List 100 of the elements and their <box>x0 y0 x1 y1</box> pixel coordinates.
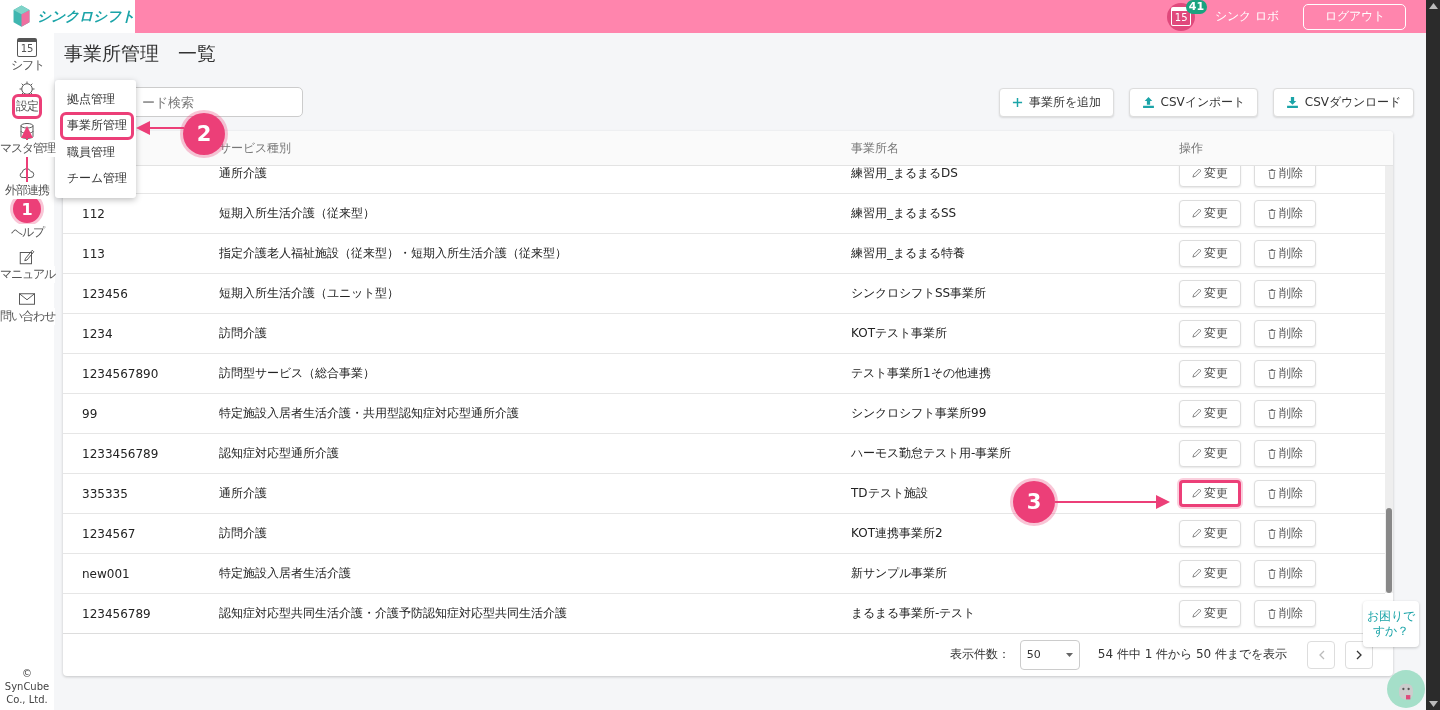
menu-item[interactable]: 職員管理 <box>63 141 119 163</box>
database-icon <box>18 122 36 140</box>
notification-badge: 41 <box>1185 0 1208 14</box>
copyright-text: © SynCube Co., Ltd. <box>3 667 51 706</box>
download-icon <box>1285 95 1299 109</box>
table-cell: 認知症対応型共同生活介護・介護予防認知症対応型共同生活介護 <box>219 605 567 622</box>
pencil-icon <box>1192 209 1201 218</box>
mail-icon <box>18 290 36 308</box>
sidebar-item[interactable]: 外部連携 <box>5 182 49 199</box>
page-size-label: 表示件数： <box>949 646 1010 663</box>
window-scrollbar[interactable] <box>1426 0 1440 710</box>
scrollbar[interactable] <box>1385 166 1393 593</box>
table-cell: 認知症対応型通所介護 <box>219 445 339 462</box>
edit-button[interactable]: 変更 <box>1179 400 1241 427</box>
pencil-icon <box>1192 369 1201 378</box>
sidebar-item[interactable]: マスタ管理 <box>0 140 55 157</box>
table-cell: まるまる事業所-テスト <box>851 605 976 622</box>
edit-button[interactable]: 変更 <box>1179 280 1241 307</box>
edit-button[interactable]: 変更 <box>1179 360 1241 387</box>
action-button[interactable]: CSVインポート <box>1128 87 1258 117</box>
sidebar-item[interactable]: ヘルプ <box>10 224 44 241</box>
table-cell: TDテスト施設 <box>851 485 928 502</box>
calendar-day: 15 <box>1174 13 1188 23</box>
table-cell: 112 <box>82 206 105 221</box>
table-cell: 練習用_まるまるDS <box>851 166 958 182</box>
edit-button[interactable]: 変更 <box>1179 600 1241 627</box>
column-header: 事業所名 <box>851 139 899 157</box>
trash-icon <box>1267 528 1276 539</box>
page-size-select[interactable]: 50 <box>1019 639 1080 670</box>
trash-icon <box>1267 408 1276 419</box>
pencil-icon <box>1192 249 1201 258</box>
table-cell: 通所介護 <box>219 166 267 182</box>
pencil-icon <box>1192 569 1201 578</box>
edit-button[interactable]: 変更 <box>1179 166 1241 187</box>
table-cell: 練習用_まるまるSS <box>851 205 957 222</box>
delete-button[interactable]: 削除 <box>1254 440 1316 467</box>
edit-button[interactable]: 変更 <box>1179 320 1241 347</box>
table-cell: KOTテスト事業所 <box>851 325 947 342</box>
trash-icon <box>1267 448 1276 459</box>
table-cell: 特定施設入居者生活介護 <box>219 565 351 582</box>
action-button[interactable]: CSVダウンロード <box>1272 87 1414 117</box>
table-cell: 通所介護 <box>219 485 267 502</box>
sidebar-item[interactable]: マニュアル <box>0 266 55 283</box>
pencil-note-icon <box>18 248 36 266</box>
delete-button[interactable]: 削除 <box>1254 480 1316 507</box>
delete-button[interactable]: 削除 <box>1254 520 1316 547</box>
next-page-button[interactable] <box>1345 640 1373 669</box>
menu-item[interactable]: チーム管理 <box>63 167 131 190</box>
table-cell: 訪問介護 <box>219 525 267 542</box>
delete-button[interactable]: 削除 <box>1254 240 1316 267</box>
table-cell: 短期入所生活介護（ユニット型） <box>219 285 399 302</box>
trash-icon <box>1267 608 1276 619</box>
edit-button[interactable]: 変更 <box>1179 200 1241 227</box>
delete-button[interactable]: 削除 <box>1254 400 1316 427</box>
edit-button[interactable]: 変更 <box>1179 520 1241 547</box>
sidebar-item[interactable]: 問い合わせ <box>0 308 55 325</box>
edit-button[interactable]: 変更 <box>1179 560 1241 587</box>
table-cell: 1234567890 <box>82 366 159 381</box>
upload-icon <box>1141 95 1155 109</box>
delete-button[interactable]: 削除 <box>1254 600 1316 627</box>
table-cell: 指定介護老人福祉施設（従来型）・短期入所生活介護（従来型） <box>219 245 567 262</box>
pencil-icon <box>1192 169 1201 178</box>
delete-button[interactable]: 削除 <box>1254 166 1316 187</box>
table-cell: 123456789 <box>82 606 151 621</box>
page-title: 事業所管理 一覧 <box>64 41 217 66</box>
trash-icon <box>1267 288 1276 299</box>
action-button[interactable]: 事業所を追加 <box>998 87 1114 117</box>
chevron-left-icon <box>1317 649 1325 660</box>
table-cell: 練習用_まるまる特養 <box>851 245 965 262</box>
user-name: シンク ロボ <box>1215 8 1279 25</box>
table-cell: 1234567 <box>82 526 136 541</box>
trash-icon <box>1267 568 1276 579</box>
delete-button[interactable]: 削除 <box>1254 360 1316 387</box>
trash-icon <box>1267 368 1276 379</box>
trash-icon <box>1267 168 1276 179</box>
help-text: すか？ <box>1373 624 1409 639</box>
delete-button[interactable]: 削除 <box>1254 560 1316 587</box>
trash-icon <box>1267 208 1276 219</box>
scroll-down-icon <box>1428 701 1438 707</box>
delete-button[interactable]: 削除 <box>1254 280 1316 307</box>
table-cell: KOT連携事業所2 <box>851 525 943 542</box>
edit-button[interactable]: 変更 <box>1179 440 1241 467</box>
table-cell: テスト事業所1その他連携 <box>851 365 991 382</box>
trash-icon <box>1267 488 1276 499</box>
delete-button[interactable]: 削除 <box>1254 200 1316 227</box>
table-cell: 特定施設入居者生活介護・共用型認知症対応型通所介護 <box>219 405 519 422</box>
menu-item[interactable]: 事業所管理 <box>63 114 131 137</box>
scrollbar-thumb[interactable] <box>1386 508 1392 593</box>
pencil-icon <box>1192 529 1201 538</box>
delete-button[interactable]: 削除 <box>1254 320 1316 347</box>
calendar-day: 15 <box>20 44 34 54</box>
table-cell: 訪問型サービス（総合事業） <box>219 365 375 382</box>
sidebar-item[interactable]: シフト <box>10 57 44 74</box>
robot-avatar[interactable] <box>1387 670 1425 708</box>
edit-button[interactable]: 変更 <box>1179 480 1241 507</box>
help-text: お困りで <box>1367 609 1415 624</box>
pencil-icon <box>1192 489 1201 498</box>
trash-icon <box>1267 248 1276 259</box>
edit-button[interactable]: 変更 <box>1179 240 1241 267</box>
pencil-icon <box>1192 289 1201 298</box>
